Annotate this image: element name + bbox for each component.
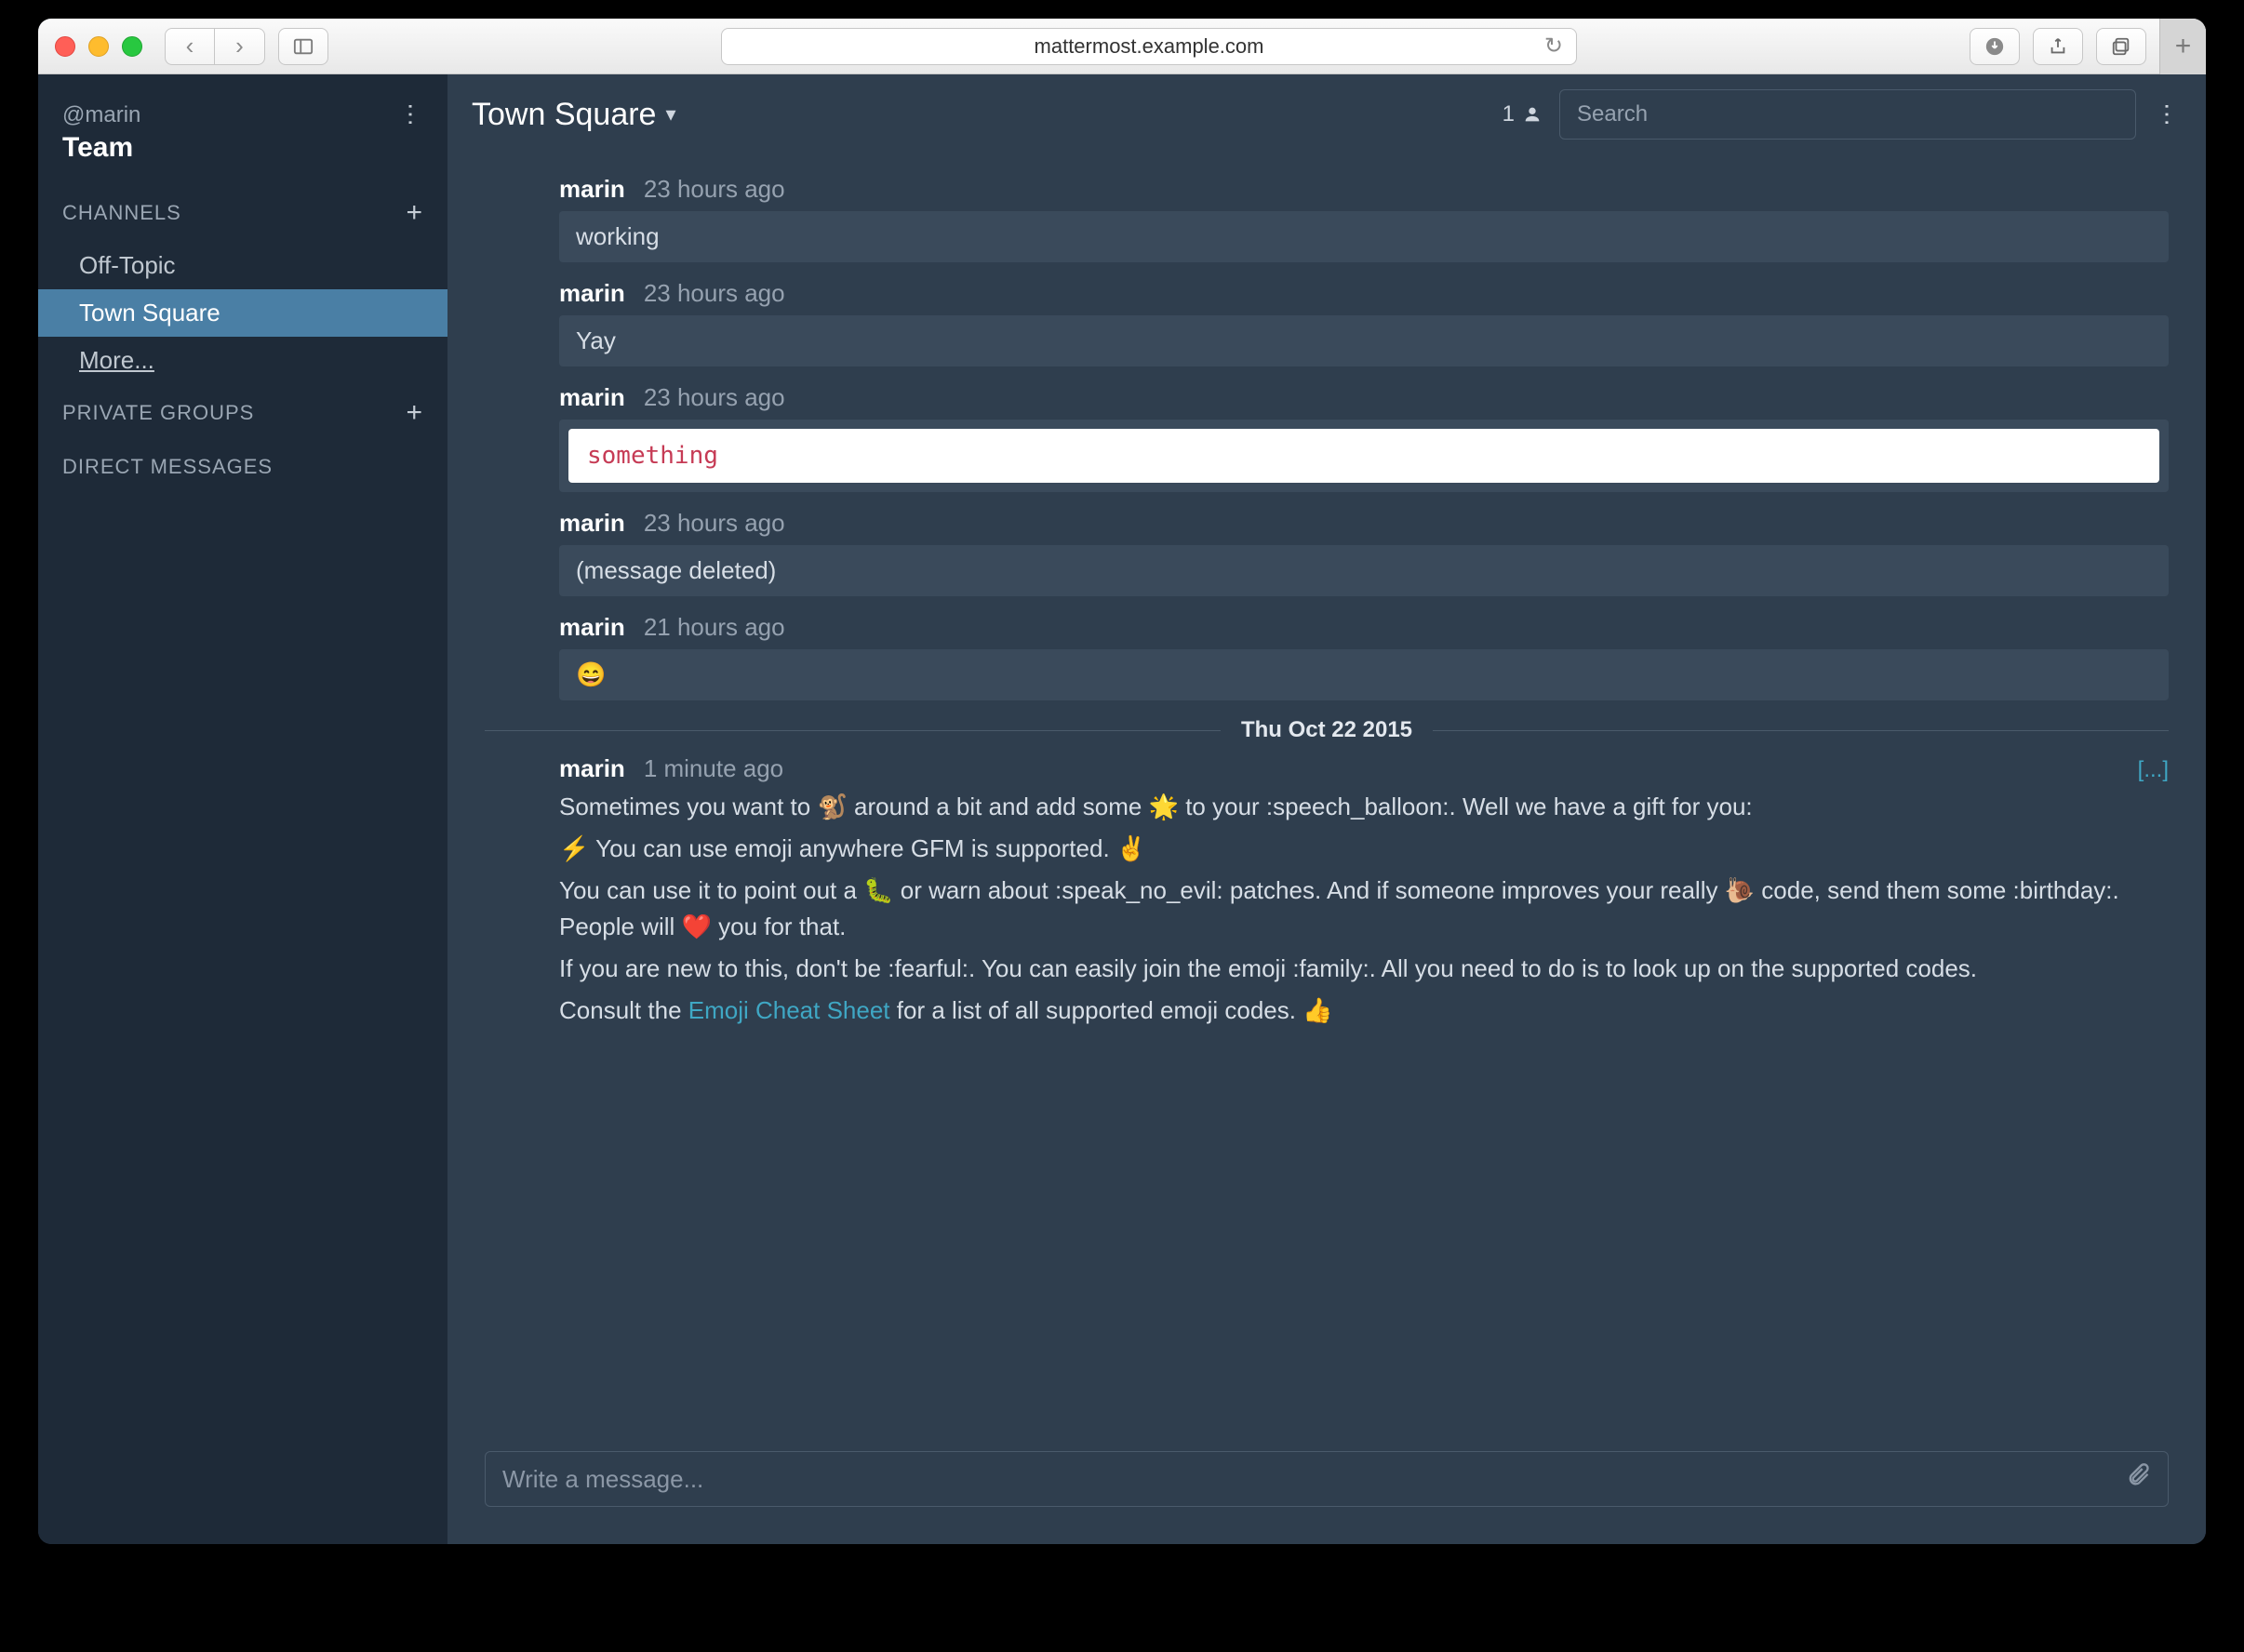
- member-count-number: 1: [1503, 101, 1515, 127]
- post-paragraph: You can use it to point out a 🐛 or warn …: [559, 873, 2169, 945]
- post: marin 23 hours ago working: [559, 175, 2169, 262]
- sidebar-icon: [293, 36, 314, 57]
- downloads-button[interactable]: [1970, 28, 2020, 65]
- code-block: something: [568, 429, 2159, 483]
- attach-button[interactable]: [2125, 1462, 2151, 1496]
- post-time: 23 hours ago: [644, 383, 785, 412]
- search-input[interactable]: [1559, 89, 2136, 140]
- post-author: marin: [559, 509, 625, 538]
- post-body: working: [559, 211, 2169, 262]
- member-count[interactable]: 1: [1503, 101, 1543, 127]
- post-author: marin: [559, 754, 625, 783]
- post: marin 21 hours ago 😄: [559, 613, 2169, 700]
- channel-header: Town Square ▾ 1 ⋯: [447, 74, 2206, 154]
- compose-area: [447, 1436, 2206, 1544]
- post-body-wrap: something: [559, 420, 2169, 492]
- team-name: Team: [62, 132, 140, 164]
- post-paragraph: Sometimes you want to 🐒 around a bit and…: [559, 789, 2169, 825]
- add-private-group-button[interactable]: +: [406, 397, 423, 429]
- compose-box[interactable]: [485, 1451, 2169, 1507]
- post-author: marin: [559, 279, 625, 308]
- compose-input[interactable]: [502, 1465, 2125, 1494]
- sidebar: @marin Team ⋯ CHANNELS + Off-Topic Town …: [38, 74, 447, 1544]
- channel-menu-button[interactable]: ⋯: [2153, 102, 2182, 127]
- post-time: 23 hours ago: [644, 175, 785, 204]
- sidebar-toggle-button[interactable]: [278, 28, 328, 65]
- address-bar-wrap: mattermost.example.com ↻: [341, 28, 1957, 65]
- post-body: Yay: [559, 315, 2169, 366]
- sidebar-header: @marin Team ⋯: [38, 89, 447, 184]
- post-time: 1 minute ago: [644, 754, 783, 783]
- refresh-icon[interactable]: ↻: [1544, 33, 1563, 60]
- share-button[interactable]: [2033, 28, 2083, 65]
- date-separator: Thu Oct 22 2015: [485, 717, 2169, 743]
- minimize-window-button[interactable]: [88, 36, 109, 57]
- post: marin 23 hours ago something: [559, 383, 2169, 492]
- address-bar[interactable]: mattermost.example.com ↻: [721, 28, 1577, 65]
- main-panel: Town Square ▾ 1 ⋯ marin 23 hours ago: [447, 74, 2206, 1544]
- post-body: Sometimes you want to 🐒 around a bit and…: [559, 789, 2169, 1029]
- sidebar-item-townsquare[interactable]: Town Square: [38, 289, 447, 337]
- channels-label: CHANNELS: [62, 201, 181, 225]
- private-groups-label: PRIVATE GROUPS: [62, 401, 254, 425]
- app-body: @marin Team ⋯ CHANNELS + Off-Topic Town …: [38, 74, 2206, 1544]
- message-list: marin 23 hours ago working marin 23 hour…: [447, 154, 2206, 1436]
- nav-buttons: ‹ ›: [165, 28, 265, 65]
- channels-section-head: CHANNELS +: [38, 184, 447, 242]
- nav-forward-button[interactable]: ›: [215, 28, 265, 65]
- post: marin 23 hours ago Yay: [559, 279, 2169, 366]
- post-paragraph: Consult the Emoji Cheat Sheet for a list…: [559, 993, 2169, 1029]
- url-text: mattermost.example.com: [1035, 34, 1264, 59]
- tabs-button[interactable]: [2096, 28, 2146, 65]
- post-body: (message deleted): [559, 545, 2169, 596]
- browser-window: ‹ › mattermost.example.com ↻ +: [38, 19, 2206, 1544]
- window-controls: [55, 36, 142, 57]
- direct-messages-head: DIRECT MESSAGES: [38, 442, 447, 492]
- private-groups-head: PRIVATE GROUPS +: [38, 384, 447, 442]
- post: marin 23 hours ago (message deleted): [559, 509, 2169, 596]
- channel-name-dropdown[interactable]: Town Square ▾: [472, 97, 676, 133]
- post-text: Consult the: [559, 996, 688, 1024]
- sidebar-item-offtopic[interactable]: Off-Topic: [38, 242, 447, 289]
- post-author: marin: [559, 613, 625, 642]
- user-handle: @marin: [62, 102, 140, 128]
- tabs-icon: [2111, 36, 2131, 57]
- browser-titlebar: ‹ › mattermost.example.com ↻ +: [38, 19, 2206, 74]
- channel-name: Town Square: [472, 97, 656, 133]
- post-author: marin: [559, 383, 625, 412]
- add-channel-button[interactable]: +: [406, 197, 423, 229]
- nav-back-button[interactable]: ‹: [165, 28, 215, 65]
- share-icon: [2048, 36, 2068, 57]
- post-paragraph: ⚡ You can use emoji anywhere GFM is supp…: [559, 831, 2169, 867]
- post-time: 21 hours ago: [644, 613, 785, 642]
- post: marin 1 minute ago [...] Sometimes you w…: [559, 754, 2169, 1029]
- post-author: marin: [559, 175, 625, 204]
- sidebar-menu-button[interactable]: ⋯: [399, 102, 423, 128]
- direct-messages-label: DIRECT MESSAGES: [62, 455, 273, 479]
- collapse-toggle[interactable]: [...]: [2138, 757, 2169, 783]
- download-icon: [1984, 36, 2005, 57]
- date-separator-text: Thu Oct 22 2015: [1221, 717, 1433, 743]
- paperclip-icon: [2125, 1462, 2151, 1488]
- post-time: 23 hours ago: [644, 509, 785, 538]
- chevron-down-icon: ▾: [665, 102, 675, 127]
- post-paragraph: If you are new to this, don't be :fearfu…: [559, 951, 2169, 987]
- post-body: 😄: [559, 649, 2169, 700]
- post-text: for a list of all supported emoji codes.…: [890, 996, 1333, 1024]
- close-window-button[interactable]: [55, 36, 75, 57]
- post-time: 23 hours ago: [644, 279, 785, 308]
- sidebar-item-more[interactable]: More...: [38, 337, 447, 384]
- new-tab-button[interactable]: +: [2159, 19, 2206, 74]
- members-icon: [1522, 104, 1543, 125]
- emoji-cheat-sheet-link[interactable]: Emoji Cheat Sheet: [688, 996, 890, 1024]
- maximize-window-button[interactable]: [122, 36, 142, 57]
